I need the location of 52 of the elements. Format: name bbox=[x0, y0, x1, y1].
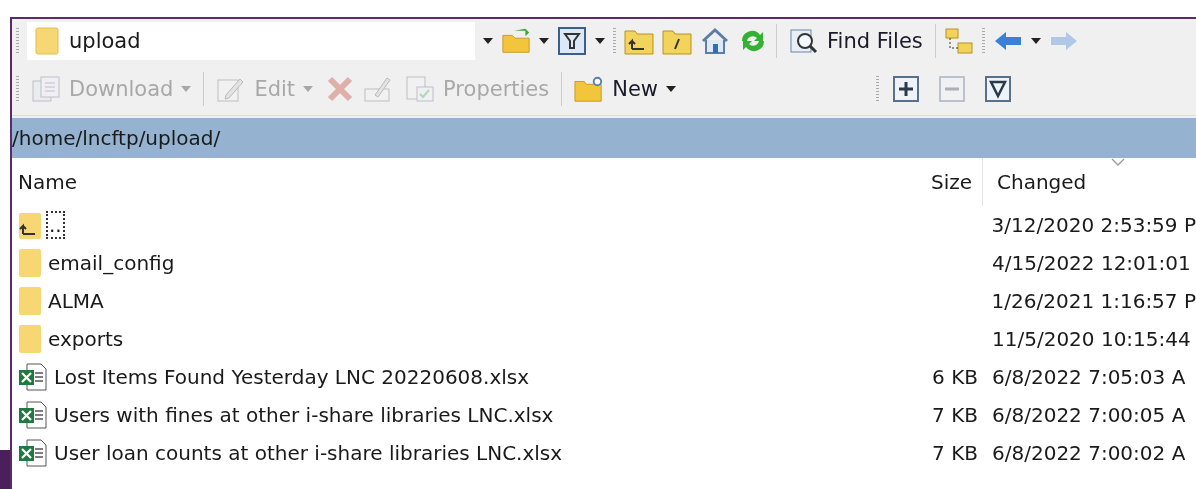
file-name[interactable]: User loan counts at other i-share libraries LNC.xlsx bbox=[52, 440, 565, 466]
column-header[interactable]: Name bbox=[18, 170, 77, 194]
search-icon bbox=[789, 27, 819, 55]
dropdown-caret-icon[interactable] bbox=[1030, 38, 1041, 44]
folder-icon bbox=[18, 286, 42, 316]
file-name[interactable]: ALMA bbox=[46, 288, 106, 314]
folder-icon bbox=[35, 27, 59, 55]
caret-icon bbox=[181, 86, 192, 92]
root-folder-icon[interactable] bbox=[662, 27, 692, 55]
file-name[interactable]: email_config bbox=[46, 250, 177, 276]
modified-date: 1/26/2021 1:16:57 P bbox=[991, 289, 1196, 313]
documents-icon bbox=[31, 75, 61, 103]
properties-icon bbox=[405, 75, 436, 103]
find-files-button[interactable]: Find Files bbox=[785, 25, 927, 57]
dropdown-caret-icon[interactable] bbox=[483, 38, 493, 44]
dropdown-caret-icon[interactable] bbox=[595, 38, 605, 44]
parent-folder-icon bbox=[18, 210, 42, 240]
new-button[interactable]: New bbox=[570, 73, 680, 105]
folder-icon bbox=[18, 248, 42, 278]
caret-icon bbox=[666, 86, 676, 92]
dropdown-caret-icon[interactable] bbox=[539, 38, 549, 44]
filter-icon[interactable] bbox=[557, 27, 587, 55]
path-bar: /home/lncftp/upload/ bbox=[12, 118, 1196, 158]
parent-folder-icon[interactable] bbox=[624, 27, 654, 55]
home-icon[interactable] bbox=[700, 27, 730, 55]
address-field[interactable]: upload bbox=[27, 22, 475, 60]
column-header[interactable]: Changed bbox=[997, 170, 1087, 194]
file-size: 6 KB bbox=[932, 365, 978, 389]
folder-tree-icon[interactable] bbox=[943, 27, 974, 55]
spreadsheet-file-icon bbox=[18, 438, 48, 468]
spreadsheet-file-icon bbox=[18, 400, 48, 430]
file-size: 7 KB bbox=[932, 441, 978, 465]
caret-icon bbox=[303, 86, 314, 92]
modified-date: 3/12/2020 2:53:59 P bbox=[991, 213, 1196, 237]
file-name[interactable]: exports bbox=[46, 326, 126, 352]
expand-icon[interactable] bbox=[893, 76, 919, 102]
modified-date: 11/5/2020 10:15:44 bbox=[992, 327, 1191, 351]
column-header[interactable]: Size bbox=[930, 170, 972, 194]
folder-icon bbox=[18, 324, 42, 354]
file-name[interactable]: Users with fines at other i-share libraries LNC.xlsx bbox=[52, 402, 556, 428]
modified-date: 4/15/2022 12:01:01 bbox=[992, 251, 1191, 275]
new-folder-icon bbox=[574, 75, 605, 103]
modified-date: 6/8/2022 7:00:02 A bbox=[992, 441, 1186, 465]
page-background-strip bbox=[0, 450, 10, 489]
file-size: 7 KB bbox=[932, 403, 978, 427]
file-name[interactable]: .. bbox=[46, 211, 65, 239]
modified-date: 6/8/2022 7:00:05 A bbox=[992, 403, 1186, 427]
spreadsheet-file-icon bbox=[18, 362, 48, 392]
sort-chevron-icon bbox=[1111, 158, 1125, 166]
filter-icon[interactable] bbox=[985, 76, 1011, 102]
file-name[interactable]: Lost Items Found Yesterday LNC 20220608.xlsx bbox=[52, 364, 532, 390]
modified-date: 6/8/2022 7:05:03 A bbox=[992, 365, 1186, 389]
